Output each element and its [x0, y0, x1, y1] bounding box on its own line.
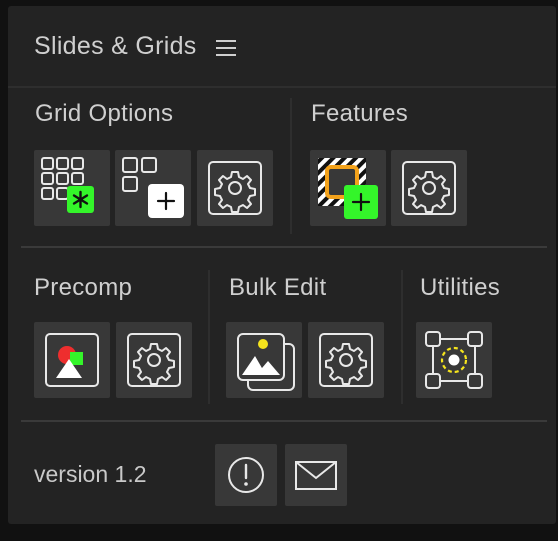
features-settings-button[interactable]: [391, 150, 467, 226]
precomp-title: Precomp: [34, 274, 133, 301]
hamburger-menu-icon[interactable]: [216, 40, 236, 58]
utilities-title: Utilities: [420, 274, 501, 301]
info-button[interactable]: [215, 444, 277, 506]
bulk-edit-title: Bulk Edit: [229, 274, 327, 301]
anchor-point-icon: [425, 331, 483, 389]
section-divider: [401, 270, 403, 404]
row-divider-2: [21, 420, 547, 422]
panel-title: Slides & Grids: [34, 32, 197, 60]
bulk-images-icon: [237, 333, 295, 391]
row-divider-1: [21, 246, 547, 248]
mail-button[interactable]: [285, 444, 347, 506]
grid-add-button[interactable]: [115, 150, 191, 226]
bulk-images-button[interactable]: [226, 322, 302, 398]
info-icon: [228, 457, 264, 493]
precomp-settings-gear-icon: [127, 333, 181, 387]
bulk-settings-gear-icon: [319, 333, 373, 387]
precomp-settings-button[interactable]: [116, 322, 192, 398]
grid-new-icon: [41, 157, 94, 213]
section-divider: [290, 98, 292, 234]
precomp-button[interactable]: [34, 322, 110, 398]
feature-add-icon: [318, 158, 378, 219]
slides-grids-panel: Slides & Grids Grid Options Features Pre…: [8, 6, 556, 524]
bulk-settings-button[interactable]: [308, 322, 384, 398]
features-settings-gear-icon: [402, 161, 456, 215]
mail-icon: [295, 461, 337, 490]
feature-add-button[interactable]: [310, 150, 386, 226]
grid-settings-gear-icon: [208, 161, 262, 215]
grid-options-title: Grid Options: [35, 100, 174, 127]
features-title: Features: [311, 100, 409, 127]
precomp-shapes-icon: [45, 333, 99, 387]
anchor-point-button[interactable]: [416, 322, 492, 398]
version-label: version 1.2: [34, 461, 147, 487]
grid-new-button[interactable]: [34, 150, 110, 226]
section-divider: [208, 270, 210, 404]
grid-settings-button[interactable]: [197, 150, 273, 226]
header-divider: [8, 86, 556, 88]
grid-add-icon: [122, 157, 184, 218]
